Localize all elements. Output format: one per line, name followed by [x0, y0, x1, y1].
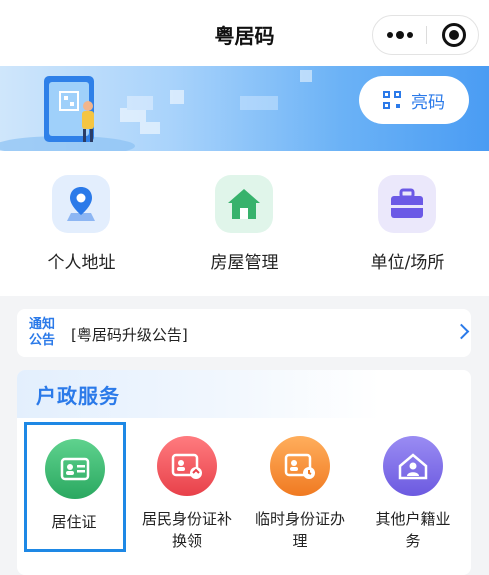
temporary-id-card-icon — [270, 436, 330, 496]
service-label: 临时身份证办理 — [254, 510, 345, 550]
capsule-divider — [426, 26, 427, 44]
quick-entries: 个人地址 房屋管理 单位/场所 — [0, 151, 489, 296]
chevron-right-icon — [453, 323, 470, 340]
household-services-card: 户政服务 居住证 居民身份证补换领 临时身份证办理 其他户籍业务 — [17, 370, 471, 575]
section-title: 户政服务 — [36, 384, 120, 408]
notice-tag: 通知公告 — [29, 317, 56, 348]
close-miniapp-button[interactable] — [442, 23, 466, 47]
service-id-card-replacement[interactable]: 居民身份证补换领 — [137, 422, 237, 552]
service-household-registration[interactable]: 其他户籍业务 — [363, 422, 463, 552]
household-registration-icon — [383, 436, 443, 496]
notice-bar[interactable]: 通知公告 [粤居码升级公告] — [17, 309, 471, 357]
quick-item-label: 单位/场所 — [370, 253, 445, 273]
quick-item-label: 个人地址 — [47, 253, 116, 273]
id-card-replacement-icon — [157, 436, 217, 496]
section-header: 户政服务 — [17, 370, 471, 418]
qr-code-icon — [383, 91, 401, 109]
residence-permit-card-icon — [45, 439, 105, 499]
nav-bar: 粤居码 — [0, 0, 489, 66]
hero-banner: 亮码 — [0, 66, 489, 151]
show-code-button[interactable]: 亮码 — [359, 76, 469, 124]
service-temporary-id[interactable]: 临时身份证办理 — [250, 422, 350, 552]
show-code-label: 亮码 — [411, 92, 445, 113]
more-menu-button[interactable] — [373, 16, 426, 54]
service-label: 居民身份证补换领 — [141, 510, 232, 550]
service-label: 其他户籍业务 — [375, 510, 451, 550]
service-label: 居住证 — [51, 513, 97, 531]
quick-item-house[interactable]: 房屋管理 — [163, 151, 326, 296]
quick-item-workplace[interactable]: 单位/场所 — [326, 151, 489, 296]
house-icon — [215, 175, 273, 233]
notice-text: [粤居码升级公告] — [71, 326, 188, 344]
miniapp-capsule — [372, 15, 479, 55]
briefcase-icon — [378, 175, 436, 233]
quick-item-label: 房屋管理 — [210, 253, 279, 273]
location-pin-icon — [52, 175, 110, 233]
phone-illustration-icon — [0, 70, 312, 151]
more-dots-icon — [386, 32, 393, 38]
quick-item-address[interactable]: 个人地址 — [0, 151, 163, 296]
service-residence-permit[interactable]: 居住证 — [24, 422, 126, 552]
